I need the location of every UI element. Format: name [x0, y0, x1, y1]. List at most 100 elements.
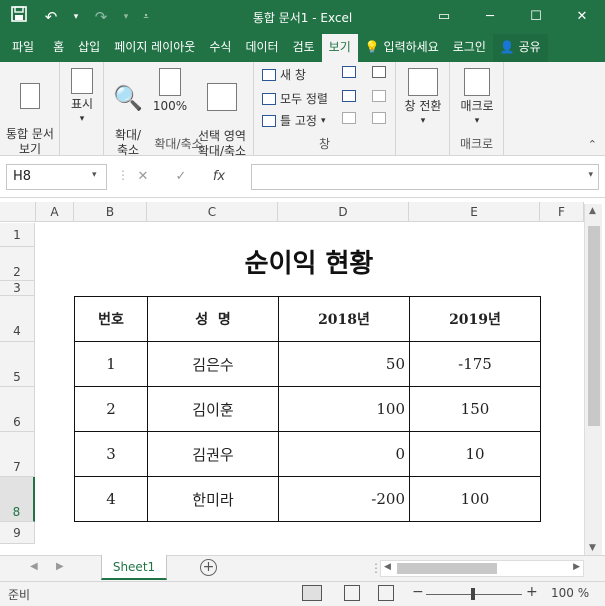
tell-me-box[interactable]: 💡 입력하세요 — [358, 34, 446, 62]
cell-2019[interactable]: 10 — [409, 431, 541, 477]
column-header-e[interactable]: E — [409, 202, 540, 222]
column-header-f[interactable]: F — [540, 202, 584, 222]
enter-icon[interactable]: ✓ — [162, 164, 200, 190]
unhide-icon — [342, 112, 356, 124]
synchronous-scrolling-button[interactable] — [372, 90, 386, 102]
cell-number[interactable]: 4 — [74, 476, 148, 522]
minimize-button[interactable]: ─ — [467, 0, 513, 34]
row-header-3[interactable]: 3 — [0, 281, 35, 296]
select-all-corner[interactable] — [0, 202, 36, 222]
cell-2019[interactable]: -175 — [409, 341, 541, 387]
zoom-out-button[interactable]: − — [412, 584, 424, 600]
scroll-left-icon[interactable]: ◀ — [384, 562, 391, 572]
maximize-button[interactable]: ☐ — [513, 0, 559, 34]
scroll-up-icon[interactable]: ▲ — [589, 206, 596, 216]
side-by-side-icon — [372, 66, 386, 78]
row-header-2[interactable]: 2 — [0, 247, 35, 281]
tab-home[interactable]: 홈 — [46, 34, 71, 62]
scroll-right-icon[interactable]: ▶ — [56, 561, 64, 572]
cell-2018[interactable]: 50 — [278, 341, 410, 387]
scroll-right-icon[interactable]: ▶ — [573, 562, 580, 572]
macros-button[interactable]: 매크로 ▾ — [454, 68, 500, 129]
close-button[interactable]: ✕ — [559, 0, 605, 34]
ribbon-display-options-icon[interactable]: ▭ — [421, 0, 467, 34]
tab-insert[interactable]: 삽입 — [71, 34, 107, 62]
new-window-button[interactable]: 새 창 — [262, 66, 306, 83]
cell-name[interactable]: 김권우 — [147, 431, 279, 477]
group-switch-windows: 창 전환 ▾ — [396, 62, 450, 156]
cell-name[interactable]: 김은수 — [147, 341, 279, 387]
scroll-left-icon[interactable]: ◀ — [30, 561, 38, 572]
sheet-tab-sheet1[interactable]: Sheet1 — [101, 555, 167, 580]
cell-name[interactable]: 한미라 — [147, 476, 279, 522]
chevron-down-icon[interactable]: ▾ — [588, 170, 593, 180]
reset-window-position-button[interactable] — [372, 112, 386, 124]
tab-page-layout[interactable]: 페이지 레이아웃 — [107, 34, 202, 62]
row-header-4[interactable]: 4 — [0, 296, 35, 342]
page-break-view-icon[interactable] — [378, 585, 394, 601]
page-layout-view-icon[interactable] — [344, 585, 360, 601]
split-icon — [342, 66, 356, 78]
row-header-5[interactable]: 5 — [0, 342, 35, 387]
cell-2019[interactable]: 100 — [409, 476, 541, 522]
show-button[interactable]: 표시 ▾ — [64, 68, 100, 127]
row-header-9[interactable]: 9 — [0, 522, 35, 544]
zoom-in-button[interactable]: + — [526, 584, 538, 600]
vertical-scrollbar[interactable]: ▲ ▼ — [584, 204, 602, 555]
cell-2018[interactable]: 100 — [278, 386, 410, 432]
share-button[interactable]: 👤 공유 — [492, 34, 548, 62]
split-button[interactable] — [342, 66, 356, 78]
hide-button[interactable] — [342, 90, 356, 102]
zoom-level[interactable]: 100 % — [551, 586, 589, 600]
sheet-heading[interactable]: 순이익 현황 — [36, 243, 582, 283]
reset-position-icon — [372, 112, 386, 124]
chevron-down-icon[interactable]: ▾ — [92, 170, 97, 180]
cell-name[interactable]: 김이훈 — [147, 386, 279, 432]
column-header-d[interactable]: D — [278, 202, 409, 222]
insert-function-button[interactable]: fx — [200, 164, 238, 190]
unhide-button[interactable] — [342, 112, 356, 124]
tab-formulas[interactable]: 수식 — [202, 34, 238, 62]
document-icon — [20, 83, 40, 109]
view-side-by-side-button[interactable] — [372, 66, 386, 78]
tab-data[interactable]: 데이터 — [238, 34, 285, 62]
switch-windows-button[interactable]: 창 전환 ▾ — [400, 68, 446, 129]
cancel-icon[interactable]: ✕ — [124, 164, 162, 190]
tab-view[interactable]: 보기 — [321, 34, 358, 62]
cell-number[interactable]: 3 — [74, 431, 148, 477]
column-header-b[interactable]: B — [74, 202, 147, 222]
show-label: 표시 — [70, 97, 94, 111]
header-2018[interactable]: 2018년 — [278, 296, 410, 342]
header-number[interactable]: 번호 — [74, 296, 148, 342]
zoom-100-button[interactable]: 100% — [152, 68, 188, 114]
cell-2018[interactable]: 0 — [278, 431, 410, 477]
row-header-1[interactable]: 1 — [0, 223, 35, 247]
cell-2019[interactable]: 150 — [409, 386, 541, 432]
login-link[interactable]: 로그인 — [446, 34, 493, 62]
cell-number[interactable]: 1 — [74, 341, 148, 387]
add-sheet-button[interactable]: + — [200, 559, 217, 576]
tab-file[interactable]: 파일 — [0, 34, 46, 62]
zoom-slider-thumb[interactable] — [471, 588, 475, 600]
zoom-slider[interactable] — [426, 588, 522, 600]
arrange-all-button[interactable]: 모두 정렬 — [262, 90, 328, 107]
workbook-views-button[interactable]: 통합 문서 보기 — [4, 68, 56, 157]
tab-review[interactable]: 검토 — [286, 34, 322, 62]
row-header-7[interactable]: 7 — [0, 432, 35, 477]
header-name[interactable]: 성 명 — [147, 296, 279, 342]
freeze-panes-button[interactable]: 틀 고정 ▾ — [262, 112, 325, 129]
cell-2018[interactable]: -200 — [278, 476, 410, 522]
formula-input[interactable] — [251, 164, 599, 190]
cell-number[interactable]: 2 — [74, 386, 148, 432]
normal-view-icon[interactable] — [302, 585, 322, 601]
horizontal-scroll-thumb[interactable] — [397, 563, 497, 574]
row-header-8[interactable]: 8 — [0, 477, 35, 522]
column-header-c[interactable]: C — [147, 202, 278, 222]
header-2019[interactable]: 2019년 — [409, 296, 541, 342]
column-header-a[interactable]: A — [36, 202, 74, 222]
vertical-scroll-thumb[interactable] — [588, 226, 600, 426]
horizontal-scrollbar[interactable]: ◀ ▶ — [380, 560, 584, 577]
row-header-6[interactable]: 6 — [0, 387, 35, 432]
collapse-ribbon-icon[interactable]: ⌃ — [588, 138, 597, 151]
scroll-down-icon[interactable]: ▼ — [589, 543, 596, 553]
